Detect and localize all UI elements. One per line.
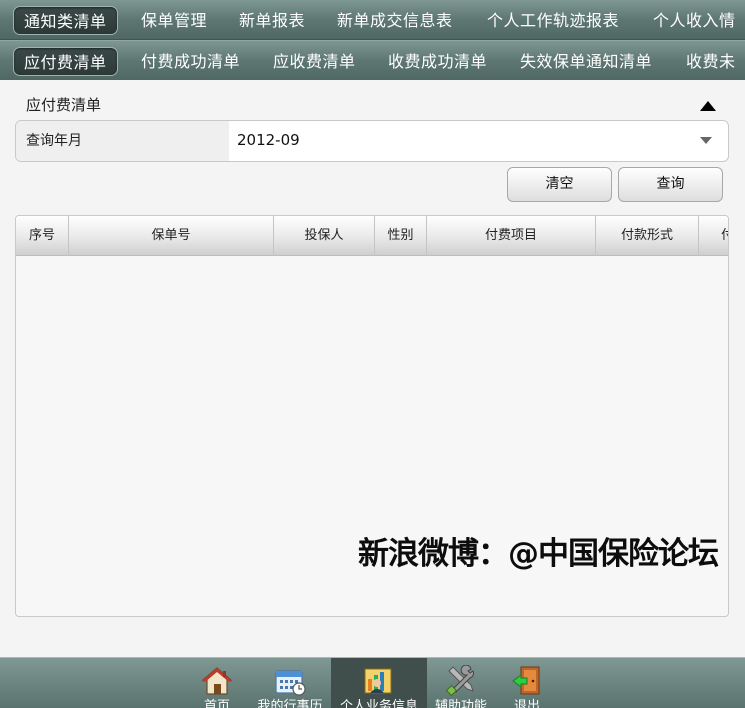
page-title: 应付费清单 (26, 96, 102, 114)
col-header-gender: 性别 (375, 216, 427, 256)
query-month-label: 查询年月 (16, 121, 229, 161)
watermark-text: 新浪微博：@中国保险论坛 (358, 536, 719, 572)
table-header: 序号 保单号 投保人 性别 付费项目 付款形式 付 (16, 216, 728, 256)
col-header-payment-method: 付款形式 (596, 216, 699, 256)
tab-received-success-list[interactable]: 收费成功清单 (388, 47, 487, 76)
chevron-down-icon[interactable] (700, 137, 712, 144)
tab-policy-management[interactable]: 保单管理 (141, 6, 207, 35)
nav-business-info[interactable]: 个人业务信息 (331, 658, 427, 708)
nav-calendar[interactable]: 我的行事历 (250, 658, 330, 708)
nav-exit[interactable]: 退出 (510, 658, 544, 708)
nav-tools-label: 辅助功能 (434, 699, 487, 708)
home-icon (201, 667, 233, 695)
bottom-nav: 首页 我的行事历 个人业务信息 辅助功能 退出 (0, 657, 745, 708)
query-button[interactable]: 查询 (618, 167, 723, 202)
col-header-truncated: 付 (699, 216, 728, 256)
top-tab-bar: 通知类清单 保单管理 新单报表 新单成交信息表 个人工作轨迹报表 个人收入情 (0, 0, 745, 40)
nav-home-label: 首页 (203, 699, 230, 708)
col-header-payment-item: 付费项目 (427, 216, 596, 256)
calendar-icon (275, 670, 306, 696)
nav-calendar-label: 我的行事历 (257, 699, 323, 708)
tab-notice-list[interactable]: 通知类清单 (13, 6, 118, 35)
tab-personal-income[interactable]: 个人收入情 (653, 6, 736, 35)
tab-lapsed-policy-notice[interactable]: 失效保单通知清单 (520, 47, 652, 76)
sub-tab-bar: 应付费清单 付费成功清单 应收费清单 收费成功清单 失效保单通知清单 收费未 (0, 40, 745, 80)
col-header-serial: 序号 (16, 216, 69, 256)
query-month-value[interactable]: 2012-09 (237, 131, 300, 149)
col-header-policyholder: 投保人 (274, 216, 375, 256)
col-header-policy-no: 保单号 (69, 216, 274, 256)
collapse-triangle-icon[interactable] (700, 101, 716, 111)
nav-exit-label: 退出 (513, 699, 540, 708)
clear-button[interactable]: 清空 (507, 167, 612, 202)
tab-new-deal-info[interactable]: 新单成交信息表 (337, 6, 453, 35)
tab-unreceived[interactable]: 收费未 (686, 47, 736, 76)
tab-paid-success-list[interactable]: 付费成功清单 (141, 47, 240, 76)
tab-payable-list[interactable]: 应付费清单 (13, 47, 118, 76)
tab-receivable-list[interactable]: 应收费清单 (273, 47, 356, 76)
exit-icon (512, 666, 540, 695)
nav-business-info-label: 个人业务信息 (339, 699, 418, 708)
business-info-icon (364, 668, 392, 694)
nav-tools[interactable]: 辅助功能 (428, 658, 494, 708)
tools-icon (445, 665, 474, 697)
tab-work-track-report[interactable]: 个人工作轨迹报表 (487, 6, 619, 35)
query-month-select[interactable]: 查询年月 2012-09 (15, 120, 729, 162)
tab-new-policy-report[interactable]: 新单报表 (239, 6, 305, 35)
nav-home[interactable]: 首页 (197, 658, 237, 708)
